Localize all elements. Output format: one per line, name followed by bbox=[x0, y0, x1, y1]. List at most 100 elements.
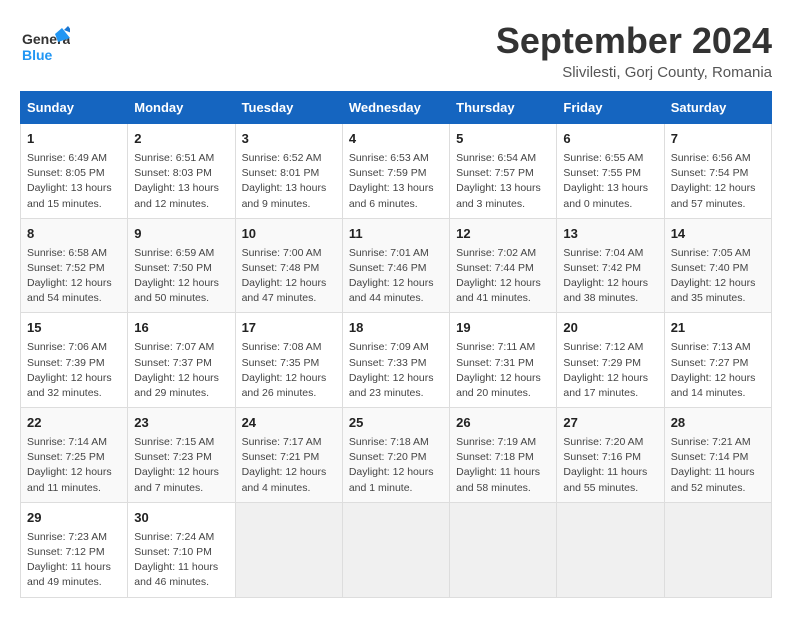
day-info-line: and 44 minutes. bbox=[349, 291, 443, 306]
day-info-line: Sunset: 7:31 PM bbox=[456, 356, 550, 371]
calendar-cell bbox=[664, 502, 771, 597]
day-info-line: Sunrise: 7:24 AM bbox=[134, 530, 228, 545]
calendar-cell: 10Sunrise: 7:00 AMSunset: 7:48 PMDayligh… bbox=[235, 218, 342, 313]
day-info-line: Daylight: 12 hours bbox=[27, 276, 121, 291]
calendar-cell: 18Sunrise: 7:09 AMSunset: 7:33 PMDayligh… bbox=[342, 313, 449, 408]
day-info-line: Daylight: 13 hours bbox=[134, 181, 228, 196]
day-info-line: Sunrise: 6:52 AM bbox=[242, 151, 336, 166]
weekday-header-wednesday: Wednesday bbox=[342, 92, 449, 124]
day-info-line: Sunset: 7:40 PM bbox=[671, 261, 765, 276]
day-number: 24 bbox=[242, 414, 336, 433]
day-info-line: and 41 minutes. bbox=[456, 291, 550, 306]
day-info-line: Sunrise: 7:01 AM bbox=[349, 246, 443, 261]
day-info-line: Sunset: 7:33 PM bbox=[349, 356, 443, 371]
day-info-line: Sunrise: 6:59 AM bbox=[134, 246, 228, 261]
calendar-cell: 27Sunrise: 7:20 AMSunset: 7:16 PMDayligh… bbox=[557, 408, 664, 503]
day-info-line: Daylight: 12 hours bbox=[27, 371, 121, 386]
day-info-line: Sunrise: 7:14 AM bbox=[27, 435, 121, 450]
day-info-line: Daylight: 13 hours bbox=[242, 181, 336, 196]
day-info-line: Daylight: 12 hours bbox=[671, 371, 765, 386]
calendar-cell: 1 Sunrise: 6:49 AMSunset: 8:05 PMDaylight… bbox=[21, 124, 128, 219]
day-info-line: Sunrise: 7:08 AM bbox=[242, 340, 336, 355]
day-info-line: Sunrise: 7:07 AM bbox=[134, 340, 228, 355]
calendar-week-1: 1Sunrise: 6:49 AMSunset: 8:05 PMDaylight… bbox=[21, 124, 772, 219]
day-info-line: Sunset: 7:10 PM bbox=[134, 545, 228, 560]
logo-icon: General Blue bbox=[20, 20, 70, 70]
page-header: General Blue September 2024 Slivilesti, … bbox=[20, 20, 772, 81]
day-info-line: and 55 minutes. bbox=[563, 481, 657, 496]
day-info-line: and 29 minutes. bbox=[134, 386, 228, 401]
weekday-header-saturday: Saturday bbox=[664, 92, 771, 124]
day-info-line: Daylight: 12 hours bbox=[134, 276, 228, 291]
day-info-line: Sunrise: 6:49 AM bbox=[27, 151, 121, 166]
svg-text:Blue: Blue bbox=[22, 47, 53, 63]
calendar-cell: 13Sunrise: 7:04 AMSunset: 7:42 PMDayligh… bbox=[557, 218, 664, 313]
day-number: 30 bbox=[134, 509, 228, 528]
weekday-header-thursday: Thursday bbox=[450, 92, 557, 124]
day-info-line: Sunrise: 7:20 AM bbox=[563, 435, 657, 450]
calendar-cell: 5Sunrise: 6:54 AMSunset: 7:57 PMDaylight… bbox=[450, 124, 557, 219]
day-info-line: Daylight: 12 hours bbox=[456, 371, 550, 386]
calendar-cell bbox=[235, 502, 342, 597]
day-info-line: and 20 minutes. bbox=[456, 386, 550, 401]
day-info-line: Sunset: 7:14 PM bbox=[671, 450, 765, 465]
day-number: 7 bbox=[671, 130, 765, 149]
day-info-line: and 11 minutes. bbox=[27, 481, 121, 496]
day-number: 4 bbox=[349, 130, 443, 149]
day-number: 17 bbox=[242, 319, 336, 338]
day-info-line: and 0 minutes. bbox=[563, 197, 657, 212]
day-info-line: and 58 minutes. bbox=[456, 481, 550, 496]
calendar-cell: 12Sunrise: 7:02 AMSunset: 7:44 PMDayligh… bbox=[450, 218, 557, 313]
day-info-line: Daylight: 12 hours bbox=[671, 181, 765, 196]
logo: General Blue bbox=[20, 20, 70, 75]
day-info-line: Sunrise: 7:19 AM bbox=[456, 435, 550, 450]
day-info-line: Sunset: 8:01 PM bbox=[242, 166, 336, 181]
day-info-line: Sunrise: 7:02 AM bbox=[456, 246, 550, 261]
day-info-line: and 50 minutes. bbox=[134, 291, 228, 306]
day-number: 9 bbox=[134, 225, 228, 244]
calendar-cell: 23Sunrise: 7:15 AMSunset: 7:23 PMDayligh… bbox=[128, 408, 235, 503]
day-info-line: Sunrise: 6:58 AM bbox=[27, 246, 121, 261]
day-number: 27 bbox=[563, 414, 657, 433]
day-info-line: and 1 minute. bbox=[349, 481, 443, 496]
day-info-line: Daylight: 11 hours bbox=[134, 560, 228, 575]
calendar-week-3: 15Sunrise: 7:06 AMSunset: 7:39 PMDayligh… bbox=[21, 313, 772, 408]
day-info-line: Sunset: 7:21 PM bbox=[242, 450, 336, 465]
calendar-week-2: 8Sunrise: 6:58 AMSunset: 7:52 PMDaylight… bbox=[21, 218, 772, 313]
day-info-line: Sunrise: 7:18 AM bbox=[349, 435, 443, 450]
day-info-line: and 54 minutes. bbox=[27, 291, 121, 306]
day-info-line: and 26 minutes. bbox=[242, 386, 336, 401]
day-info-line: and 4 minutes. bbox=[242, 481, 336, 496]
day-number: 28 bbox=[671, 414, 765, 433]
weekday-header-sunday: Sunday bbox=[21, 92, 128, 124]
day-info-line: Daylight: 12 hours bbox=[671, 276, 765, 291]
day-info-line: Sunrise: 7:17 AM bbox=[242, 435, 336, 450]
calendar-cell: 22Sunrise: 7:14 AMSunset: 7:25 PMDayligh… bbox=[21, 408, 128, 503]
calendar-cell: 3Sunrise: 6:52 AMSunset: 8:01 PMDaylight… bbox=[235, 124, 342, 219]
day-info-line: and 14 minutes. bbox=[671, 386, 765, 401]
day-info-line: and 52 minutes. bbox=[671, 481, 765, 496]
calendar-week-5: 29Sunrise: 7:23 AMSunset: 7:12 PMDayligh… bbox=[21, 502, 772, 597]
day-number: 16 bbox=[134, 319, 228, 338]
day-info-line: Sunset: 7:25 PM bbox=[27, 450, 121, 465]
day-info-line: Daylight: 12 hours bbox=[563, 276, 657, 291]
day-info-line: Sunrise: 6:56 AM bbox=[671, 151, 765, 166]
day-info-line: Sunset: 7:55 PM bbox=[563, 166, 657, 181]
day-info-line: Sunrise: 7:13 AM bbox=[671, 340, 765, 355]
calendar-body: 1Sunrise: 6:49 AMSunset: 8:05 PMDaylight… bbox=[21, 124, 772, 598]
day-info-line: and 17 minutes. bbox=[563, 386, 657, 401]
month-title: September 2024 bbox=[496, 20, 772, 62]
day-info-line: Daylight: 12 hours bbox=[456, 276, 550, 291]
day-info-line: Sunrise: 7:04 AM bbox=[563, 246, 657, 261]
day-info-line: Daylight: 13 hours bbox=[27, 181, 121, 196]
day-info-line: Sunset: 7:16 PM bbox=[563, 450, 657, 465]
day-number: 1 bbox=[27, 130, 121, 149]
day-info-line: Sunset: 8:05 PM bbox=[27, 166, 121, 181]
day-info-line: and 47 minutes. bbox=[242, 291, 336, 306]
day-info-line: Sunset: 7:42 PM bbox=[563, 261, 657, 276]
day-info-line: Sunset: 7:52 PM bbox=[27, 261, 121, 276]
calendar-cell: 15Sunrise: 7:06 AMSunset: 7:39 PMDayligh… bbox=[21, 313, 128, 408]
day-info-line: Sunset: 7:50 PM bbox=[134, 261, 228, 276]
calendar-cell bbox=[450, 502, 557, 597]
calendar-cell: 14Sunrise: 7:05 AMSunset: 7:40 PMDayligh… bbox=[664, 218, 771, 313]
